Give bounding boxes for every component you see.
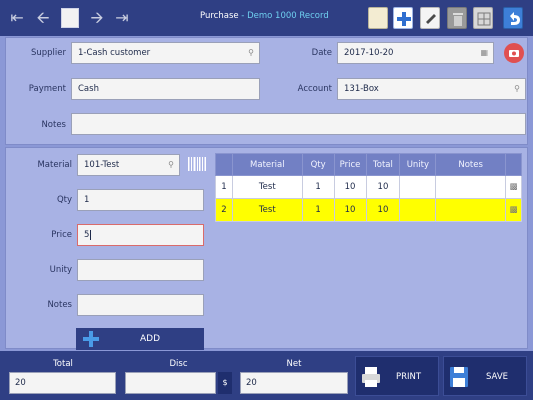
line-items-table: Material Qty Price Total Unity Notes 1 T… [215,153,522,222]
barcode-icon[interactable] [186,154,208,176]
next-arrow-icon[interactable]: 🡪 [88,9,106,27]
undo-icon[interactable] [503,7,523,29]
cell-notes [435,198,506,222]
add-label: ADD [140,334,161,344]
col-header-actions [505,153,522,176]
unity-label: Unity [49,265,72,275]
calendar-icon[interactable]: ▦ [480,43,488,63]
net-label: Net [286,359,302,369]
cell-price: 10 [333,175,367,199]
prev-arrow-icon[interactable]: 🡨 [34,9,52,27]
save-label: SAVE [486,372,509,382]
unity-field[interactable] [77,259,204,281]
search-icon[interactable]: ⚲ [514,79,520,99]
plus-icon [83,331,99,347]
col-header-total[interactable]: Total [365,153,401,176]
qty-field[interactable]: 1 [77,189,204,211]
home-icon[interactable] [61,8,79,28]
first-arrow-icon[interactable]: ⇤ [8,9,26,27]
notes-field[interactable] [71,113,526,135]
currency-toggle[interactable]: $ [218,372,232,394]
account-label: Account [297,84,332,94]
price-value: 5 [84,230,90,240]
total-value: 20 [15,378,26,388]
add-icon[interactable] [393,7,413,29]
net-field[interactable]: 20 [240,372,348,394]
trash-icon[interactable]: ▩ [505,175,522,199]
col-header-qty[interactable]: Qty [301,153,335,176]
material-value: 101-Test [84,160,120,170]
qty-value: 1 [84,195,90,205]
qty-label: Qty [56,195,72,205]
title-text: Purchase [200,11,239,21]
date-label: Date [311,48,332,58]
total-label: Total [53,359,73,369]
trash-icon[interactable]: ▩ [505,198,522,222]
table-header-row: Material Qty Price Total Unity Notes [215,153,522,176]
cell-price: 10 [333,198,367,222]
cell-index: 1 [215,175,233,199]
cell-index: 2 [215,198,233,222]
line-notes-label: Notes [47,300,72,310]
price-label: Price [51,230,72,240]
account-field[interactable]: 131-Box ⚲ [337,78,526,100]
cell-unity [399,198,437,222]
net-value: 20 [246,378,257,388]
camera-button[interactable] [504,43,524,63]
delete-icon[interactable] [447,7,467,29]
col-header-index [215,153,233,176]
cell-unity [399,175,437,199]
edit-icon[interactable] [420,7,440,29]
print-label: PRINT [396,372,422,382]
supplier-label: Supplier [30,48,66,58]
date-field[interactable]: 2017-10-20 ▦ [337,42,494,64]
search-icon[interactable]: ⚲ [248,43,254,63]
search-icon[interactable]: ⚲ [168,155,174,175]
demo-label: - Demo 1000 Record [238,11,329,21]
material-field[interactable]: 101-Test ⚲ [77,154,180,176]
printer-icon [362,367,380,387]
col-header-notes[interactable]: Notes [435,153,506,176]
cell-qty: 1 [301,175,335,199]
table-row[interactable]: 1 Test 1 10 10 ▩ [215,175,522,199]
col-header-unity[interactable]: Unity [399,153,437,176]
price-field[interactable]: 5 [77,224,204,246]
disc-field[interactable] [125,372,216,394]
supplier-field[interactable]: 1-Cash customer ⚲ [71,42,260,64]
date-value: 2017-10-20 [344,48,394,58]
table-row[interactable]: 2 Test 1 10 10 ▩ [215,198,522,222]
line-notes-field[interactable] [77,294,204,316]
material-label: Material [37,160,72,170]
cell-material: Test [231,175,303,199]
cell-material: Test [231,198,303,222]
list-icon[interactable] [473,7,493,29]
text-cursor [90,230,92,240]
last-arrow-icon[interactable]: ⇥ [113,9,131,27]
disc-label: Disc [169,359,188,369]
total-field[interactable]: 20 [9,372,116,394]
notes-label: Notes [41,120,66,130]
col-header-material[interactable]: Material [231,153,303,176]
col-header-price[interactable]: Price [333,153,367,176]
cell-total: 10 [365,175,401,199]
payment-value: Cash [78,84,99,94]
add-button[interactable]: ADD [76,328,204,350]
print-button[interactable]: PRINT [355,356,439,396]
account-value: 131-Box [344,84,379,94]
cell-qty: 1 [301,198,335,222]
camera-icon [509,50,519,57]
cell-notes [435,175,506,199]
supplier-value: 1-Cash customer [78,48,151,58]
payment-label: Payment [28,84,66,94]
save-button[interactable]: SAVE [443,356,527,396]
cell-total: 10 [365,198,401,222]
floppy-disk-icon [450,367,468,387]
window-title: Purchase - Demo 1000 Record [200,11,340,21]
payment-field[interactable]: Cash [71,78,260,100]
new-document-icon[interactable] [368,7,388,29]
